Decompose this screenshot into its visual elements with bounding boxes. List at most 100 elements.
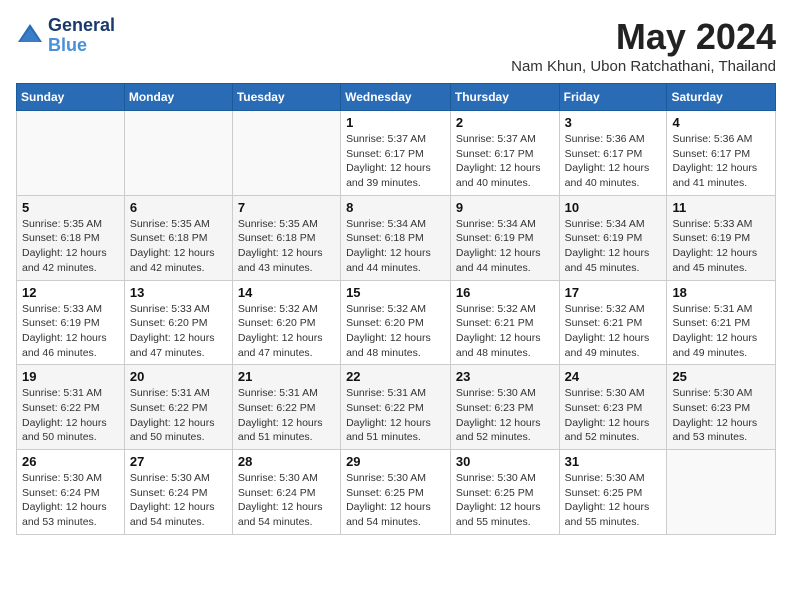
calendar-week-row: 19 Sunrise: 5:31 AM Sunset: 6:22 PM Dayli… xyxy=(17,365,776,450)
calendar-day-cell: 31Sunrise: 5:30 AM Sunset: 6:25 PM Dayli… xyxy=(559,450,667,535)
calendar-day-cell: 19 Sunrise: 5:31 AM Sunset: 6:22 PM Dayli… xyxy=(17,365,125,450)
weekday-header: Friday xyxy=(559,84,667,111)
calendar-day-cell: 13 Sunrise: 5:33 AM Sunset: 6:20 PM Dayli… xyxy=(124,280,232,365)
day-info: Sunrise: 5:36 AM Sunset: 6:17 PM Dayligh… xyxy=(672,132,770,191)
calendar-day-cell: 4 Sunrise: 5:36 AM Sunset: 6:17 PM Daylig… xyxy=(667,111,776,196)
day-info: Sunrise: 5:30 AM Sunset: 6:24 PM Dayligh… xyxy=(22,471,119,530)
calendar-week-row: 1 Sunrise: 5:37 AM Sunset: 6:17 PM Daylig… xyxy=(17,111,776,196)
page-header: General Blue May 2024 Nam Khun, Ubon Rat… xyxy=(16,16,776,75)
calendar-header-row: SundayMondayTuesdayWednesdayThursdayFrid… xyxy=(17,84,776,111)
empty-cell xyxy=(232,111,340,196)
day-number: 22 xyxy=(346,369,445,384)
calendar-day-cell: 11 Sunrise: 5:33 AM Sunset: 6:19 PM Dayli… xyxy=(667,195,776,280)
day-number: 15 xyxy=(346,285,445,300)
day-number: 8 xyxy=(346,200,445,215)
day-info: Sunrise: 5:30 AM Sunset: 6:24 PM Dayligh… xyxy=(130,471,227,530)
day-number: 26 xyxy=(22,454,119,469)
day-number: 12 xyxy=(22,285,119,300)
calendar-day-cell: 1 Sunrise: 5:37 AM Sunset: 6:17 PM Daylig… xyxy=(341,111,451,196)
day-info: Sunrise: 5:33 AM Sunset: 6:19 PM Dayligh… xyxy=(672,217,770,276)
logo-text: General Blue xyxy=(48,16,115,56)
weekday-header: Sunday xyxy=(17,84,125,111)
calendar-day-cell: 8 Sunrise: 5:34 AM Sunset: 6:18 PM Daylig… xyxy=(341,195,451,280)
calendar-day-cell: 15 Sunrise: 5:32 AM Sunset: 6:20 PM Dayli… xyxy=(341,280,451,365)
day-number: 31 xyxy=(565,454,662,469)
calendar-day-cell: 28Sunrise: 5:30 AM Sunset: 6:24 PM Dayli… xyxy=(232,450,340,535)
day-number: 30 xyxy=(456,454,554,469)
day-number: 13 xyxy=(130,285,227,300)
day-number: 2 xyxy=(456,115,554,130)
title-section: May 2024 Nam Khun, Ubon Ratchathani, Tha… xyxy=(511,16,776,75)
day-number: 5 xyxy=(22,200,119,215)
day-info: Sunrise: 5:31 AM Sunset: 6:22 PM Dayligh… xyxy=(346,386,445,445)
day-info: Sunrise: 5:32 AM Sunset: 6:21 PM Dayligh… xyxy=(456,302,554,361)
day-info: Sunrise: 5:35 AM Sunset: 6:18 PM Dayligh… xyxy=(22,217,119,276)
calendar-day-cell: 17Sunrise: 5:32 AM Sunset: 6:21 PM Dayli… xyxy=(559,280,667,365)
day-info: Sunrise: 5:30 AM Sunset: 6:23 PM Dayligh… xyxy=(565,386,662,445)
day-info: Sunrise: 5:35 AM Sunset: 6:18 PM Dayligh… xyxy=(130,217,227,276)
month-title: May 2024 xyxy=(511,16,776,58)
day-number: 6 xyxy=(130,200,227,215)
day-info: Sunrise: 5:37 AM Sunset: 6:17 PM Dayligh… xyxy=(346,132,445,191)
calendar-table: SundayMondayTuesdayWednesdayThursdayFrid… xyxy=(16,83,776,535)
calendar-day-cell: 20Sunrise: 5:31 AM Sunset: 6:22 PM Dayli… xyxy=(124,365,232,450)
calendar-day-cell: 6 Sunrise: 5:35 AM Sunset: 6:18 PM Daylig… xyxy=(124,195,232,280)
day-number: 4 xyxy=(672,115,770,130)
day-number: 16 xyxy=(456,285,554,300)
day-info: Sunrise: 5:30 AM Sunset: 6:25 PM Dayligh… xyxy=(346,471,445,530)
day-info: Sunrise: 5:31 AM Sunset: 6:22 PM Dayligh… xyxy=(238,386,335,445)
day-info: Sunrise: 5:36 AM Sunset: 6:17 PM Dayligh… xyxy=(565,132,662,191)
day-info: Sunrise: 5:31 AM Sunset: 6:21 PM Dayligh… xyxy=(672,302,770,361)
day-number: 24 xyxy=(565,369,662,384)
empty-cell xyxy=(124,111,232,196)
calendar-day-cell: 10Sunrise: 5:34 AM Sunset: 6:19 PM Dayli… xyxy=(559,195,667,280)
calendar-week-row: 26 Sunrise: 5:30 AM Sunset: 6:24 PM Dayli… xyxy=(17,450,776,535)
logo-icon xyxy=(16,22,44,50)
day-number: 3 xyxy=(565,115,662,130)
calendar-day-cell: 22 Sunrise: 5:31 AM Sunset: 6:22 PM Dayli… xyxy=(341,365,451,450)
day-info: Sunrise: 5:34 AM Sunset: 6:18 PM Dayligh… xyxy=(346,217,445,276)
day-info: Sunrise: 5:32 AM Sunset: 6:20 PM Dayligh… xyxy=(238,302,335,361)
day-number: 9 xyxy=(456,200,554,215)
day-info: Sunrise: 5:35 AM Sunset: 6:18 PM Dayligh… xyxy=(238,217,335,276)
day-number: 19 xyxy=(22,369,119,384)
day-info: Sunrise: 5:31 AM Sunset: 6:22 PM Dayligh… xyxy=(130,386,227,445)
day-number: 28 xyxy=(238,454,335,469)
day-info: Sunrise: 5:37 AM Sunset: 6:17 PM Dayligh… xyxy=(456,132,554,191)
day-number: 10 xyxy=(565,200,662,215)
weekday-header: Thursday xyxy=(450,84,559,111)
calendar-body: 1 Sunrise: 5:37 AM Sunset: 6:17 PM Daylig… xyxy=(17,111,776,535)
day-number: 25 xyxy=(672,369,770,384)
calendar-day-cell: 9Sunrise: 5:34 AM Sunset: 6:19 PM Daylig… xyxy=(450,195,559,280)
location: Nam Khun, Ubon Ratchathani, Thailand xyxy=(511,58,776,75)
day-info: Sunrise: 5:30 AM Sunset: 6:23 PM Dayligh… xyxy=(456,386,554,445)
day-info: Sunrise: 5:32 AM Sunset: 6:20 PM Dayligh… xyxy=(346,302,445,361)
calendar-day-cell: 24 Sunrise: 5:30 AM Sunset: 6:23 PM Dayli… xyxy=(559,365,667,450)
calendar-day-cell: 27 Sunrise: 5:30 AM Sunset: 6:24 PM Dayli… xyxy=(124,450,232,535)
calendar-day-cell: 5 Sunrise: 5:35 AM Sunset: 6:18 PM Daylig… xyxy=(17,195,125,280)
day-info: Sunrise: 5:33 AM Sunset: 6:19 PM Dayligh… xyxy=(22,302,119,361)
weekday-header: Monday xyxy=(124,84,232,111)
day-number: 27 xyxy=(130,454,227,469)
calendar-day-cell: 30Sunrise: 5:30 AM Sunset: 6:25 PM Dayli… xyxy=(450,450,559,535)
weekday-header: Tuesday xyxy=(232,84,340,111)
day-number: 23 xyxy=(456,369,554,384)
day-info: Sunrise: 5:32 AM Sunset: 6:21 PM Dayligh… xyxy=(565,302,662,361)
day-number: 1 xyxy=(346,115,445,130)
calendar-day-cell: 7Sunrise: 5:35 AM Sunset: 6:18 PM Daylig… xyxy=(232,195,340,280)
empty-cell xyxy=(17,111,125,196)
empty-cell xyxy=(667,450,776,535)
day-info: Sunrise: 5:30 AM Sunset: 6:23 PM Dayligh… xyxy=(672,386,770,445)
day-number: 29 xyxy=(346,454,445,469)
day-number: 21 xyxy=(238,369,335,384)
day-info: Sunrise: 5:33 AM Sunset: 6:20 PM Dayligh… xyxy=(130,302,227,361)
calendar-day-cell: 25 Sunrise: 5:30 AM Sunset: 6:23 PM Dayli… xyxy=(667,365,776,450)
day-info: Sunrise: 5:31 AM Sunset: 6:22 PM Dayligh… xyxy=(22,386,119,445)
calendar-day-cell: 12 Sunrise: 5:33 AM Sunset: 6:19 PM Dayli… xyxy=(17,280,125,365)
calendar-day-cell: 21 Sunrise: 5:31 AM Sunset: 6:22 PM Dayli… xyxy=(232,365,340,450)
day-number: 11 xyxy=(672,200,770,215)
weekday-header: Wednesday xyxy=(341,84,451,111)
calendar-day-cell: 29 Sunrise: 5:30 AM Sunset: 6:25 PM Dayli… xyxy=(341,450,451,535)
day-number: 14 xyxy=(238,285,335,300)
calendar-day-cell: 23 Sunrise: 5:30 AM Sunset: 6:23 PM Dayli… xyxy=(450,365,559,450)
